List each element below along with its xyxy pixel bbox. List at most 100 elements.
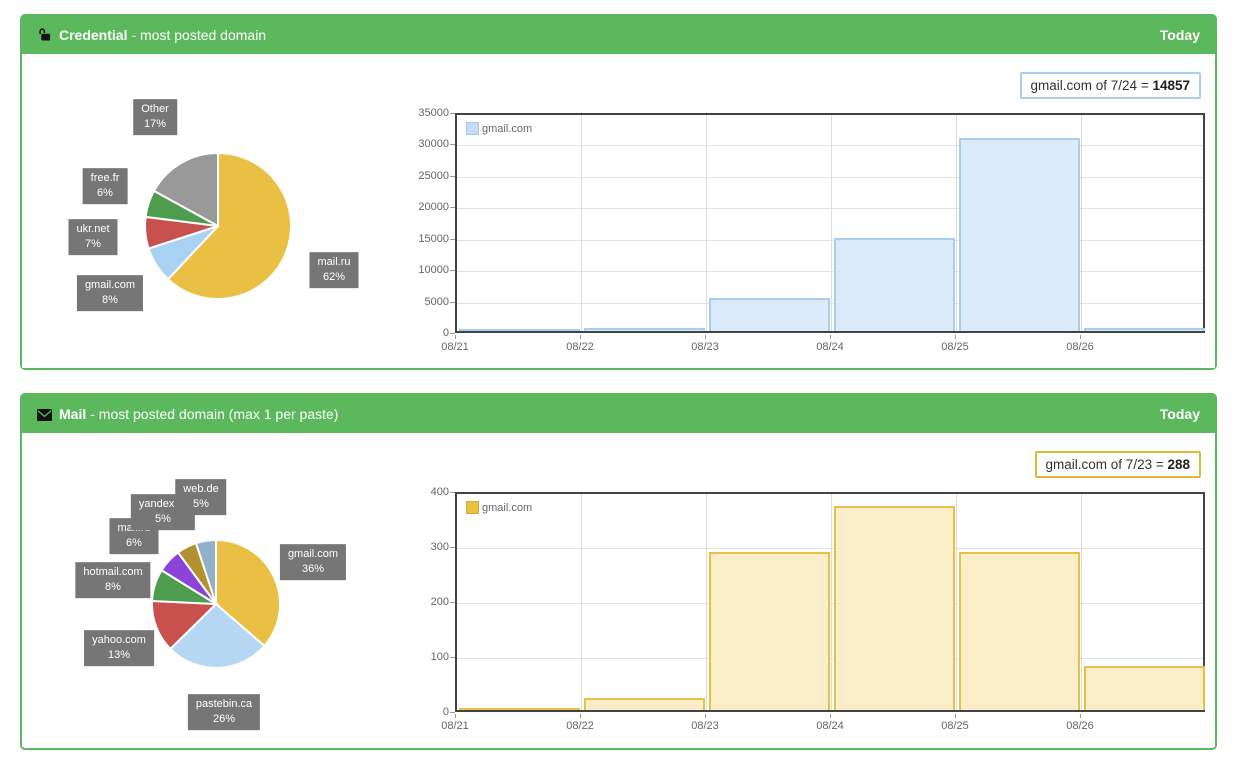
- bar-08-24[interactable]: [834, 238, 955, 331]
- gridline-v: [581, 115, 582, 331]
- x-axis-tick: [455, 714, 456, 718]
- x-axis-tick-label: 08/23: [675, 720, 735, 732]
- gridline-v: [956, 494, 957, 710]
- bar-08-25[interactable]: [959, 552, 1080, 710]
- legend-swatch-icon: [466, 501, 479, 514]
- x-axis-tick: [955, 335, 956, 339]
- y-axis-tick: [450, 602, 455, 603]
- x-axis-tick-label: 08/24: [800, 341, 860, 353]
- bar-08-21[interactable]: [459, 708, 580, 710]
- gridline-h: [457, 271, 1203, 272]
- legend-swatch-icon: [466, 122, 479, 135]
- bar-08-21[interactable]: [459, 329, 580, 331]
- gridline-v: [1081, 115, 1082, 331]
- bar-08-26[interactable]: [1084, 666, 1205, 710]
- bar-08-24[interactable]: [834, 506, 955, 710]
- bar-chart-credential: gmail.com0500010000150002000025000300003…: [405, 113, 1217, 359]
- y-axis-tick-label: 25000: [405, 170, 449, 182]
- bar-08-23[interactable]: [709, 552, 830, 710]
- pie-label-web.de: web.de5%: [175, 479, 226, 515]
- gridline-v: [706, 115, 707, 331]
- x-axis-tick: [455, 335, 456, 339]
- x-axis-tick-label: 08/23: [675, 341, 735, 353]
- pie-label-gmail.com: gmail.com36%: [280, 544, 346, 580]
- gridline-h: [457, 548, 1203, 549]
- chart-legend: gmail.com: [466, 501, 532, 514]
- gridline-v: [831, 494, 832, 710]
- y-axis-tick-label: 30000: [405, 138, 449, 150]
- y-axis-tick: [450, 657, 455, 658]
- gridline-h: [457, 208, 1203, 209]
- y-axis-tick-label: 100: [405, 651, 449, 663]
- gridline-v: [706, 494, 707, 710]
- hover-readout: gmail.com of 7/24 = 14857: [1020, 72, 1201, 99]
- pie-label-ukr.net: ukr.net7%: [68, 219, 117, 255]
- dashboard-page: Credential- most posted domain Today gma…: [0, 0, 1237, 761]
- y-axis-tick-label: 0: [405, 327, 449, 339]
- pie-label-Other: Other17%: [133, 99, 177, 135]
- x-axis-tick: [705, 714, 706, 718]
- y-axis-tick-label: 200: [405, 596, 449, 608]
- readout-text: gmail.com of 7/24 =: [1031, 78, 1153, 93]
- unlock-icon: [37, 18, 52, 56]
- x-axis-tick-label: 08/21: [425, 341, 485, 353]
- gridline-h: [457, 240, 1203, 241]
- y-axis-tick: [450, 144, 455, 145]
- y-axis-tick-label: 20000: [405, 201, 449, 213]
- x-axis-tick: [830, 714, 831, 718]
- panel-credential: Credential- most posted domain Today gma…: [20, 14, 1217, 370]
- bar-08-26[interactable]: [1084, 328, 1205, 331]
- bar-08-23[interactable]: [709, 298, 830, 331]
- chart-legend: gmail.com: [466, 122, 532, 135]
- bar-08-22[interactable]: [584, 328, 705, 331]
- y-axis-tick-label: 300: [405, 541, 449, 553]
- pie-label-pastebin.ca: pastebin.ca26%: [188, 694, 260, 730]
- panel-title: Credential: [59, 27, 127, 43]
- x-axis-tick: [580, 714, 581, 718]
- gridline-v: [956, 115, 957, 331]
- bar-chart-mail: gmail.com010020030040008/2108/2208/2308/…: [405, 492, 1217, 738]
- x-axis-tick: [1080, 714, 1081, 718]
- panel-mail-body: gmail.com of 7/23 = 288 gmail.com36% past…: [22, 433, 1215, 747]
- x-axis-tick: [1080, 335, 1081, 339]
- x-axis-tick: [580, 335, 581, 339]
- pie-label-free.fr: free.fr6%: [83, 168, 128, 204]
- panel-subtitle: - most posted domain: [131, 27, 266, 43]
- x-axis-tick-label: 08/24: [800, 720, 860, 732]
- panel-mail: Mail- most posted domain (max 1 per past…: [20, 393, 1217, 750]
- pie-label-gmail.com: gmail.com8%: [77, 275, 143, 311]
- pie-label-hotmail.com: hotmail.com8%: [75, 562, 150, 598]
- bar-08-22[interactable]: [584, 698, 705, 710]
- y-axis-tick: [450, 239, 455, 240]
- bar-08-25[interactable]: [959, 138, 1080, 331]
- readout-value: 288: [1167, 457, 1190, 472]
- today-label: Today: [1160, 16, 1200, 54]
- x-axis-tick-label: 08/26: [1050, 720, 1110, 732]
- gridline-v: [831, 115, 832, 331]
- x-axis-tick-label: 08/21: [425, 720, 485, 732]
- panel-mail-header: Mail- most posted domain (max 1 per past…: [22, 395, 1215, 433]
- readout-text: gmail.com of 7/23 =: [1046, 457, 1168, 472]
- y-axis-tick: [450, 712, 455, 713]
- plot-frame: gmail.com: [455, 113, 1205, 333]
- x-axis-tick-label: 08/22: [550, 341, 610, 353]
- y-axis-tick-label: 35000: [405, 107, 449, 119]
- y-axis-tick-label: 10000: [405, 264, 449, 276]
- y-axis-tick-label: 15000: [405, 233, 449, 245]
- x-axis-tick: [955, 714, 956, 718]
- readout-value: 14857: [1152, 78, 1190, 93]
- x-axis-tick-label: 08/22: [550, 720, 610, 732]
- panel-credential-header: Credential- most posted domain Today: [22, 16, 1215, 54]
- pie-chart-credential: mail.ru62%gmail.com8%ukr.net7%free.fr6%O…: [22, 54, 442, 368]
- today-label: Today: [1160, 395, 1200, 433]
- x-axis-tick: [705, 335, 706, 339]
- y-axis-tick: [450, 333, 455, 334]
- gridline-h: [457, 603, 1203, 604]
- gridline-v: [581, 494, 582, 710]
- x-axis-tick-label: 08/25: [925, 341, 985, 353]
- x-axis-tick: [830, 335, 831, 339]
- x-axis-tick-label: 08/25: [925, 720, 985, 732]
- x-axis-tick-label: 08/26: [1050, 341, 1110, 353]
- y-axis-tick-label: 5000: [405, 296, 449, 308]
- pie-label-yahoo.com: yahoo.com13%: [84, 630, 154, 666]
